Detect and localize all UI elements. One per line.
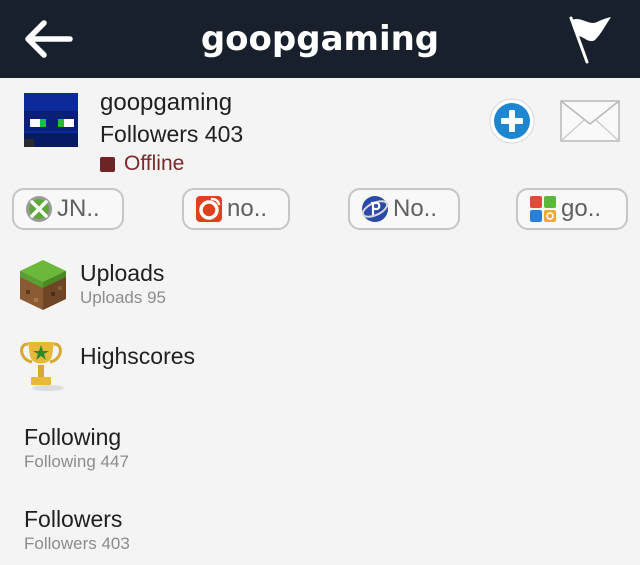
profile-header: goopgaming Followers 403 Offline: [0, 78, 640, 178]
account-label: no..: [227, 195, 268, 222]
account-xbox[interactable]: JN..: [12, 188, 124, 230]
profile-followers: Followers 403: [100, 121, 244, 147]
plus-circle-icon: [489, 98, 535, 144]
menu-item-following[interactable]: Following Following 447: [0, 412, 640, 488]
menu-item-highscores[interactable]: Highscores: [0, 330, 640, 406]
page-title: goopgaming: [200, 19, 440, 59]
minecraft-block-icon: [18, 258, 68, 312]
avatar-image: [24, 93, 78, 147]
menu-subtitle: Following 447: [24, 452, 129, 471]
menu-subtitle: Uploads 95: [80, 288, 167, 307]
menu-title: Highscores: [80, 343, 196, 369]
menu-item-followers[interactable]: Followers Followers 403: [0, 494, 640, 565]
envelope-icon: [560, 100, 620, 142]
menu-subtitle: Followers 403: [24, 534, 130, 553]
menu-title: Followers: [24, 506, 123, 532]
playstation-network-icon: [361, 195, 389, 223]
account-playstation[interactable]: No..: [348, 188, 460, 230]
xbox-icon: [25, 195, 53, 223]
follow-add-button[interactable]: [488, 97, 536, 145]
status-label: Offline: [124, 152, 185, 175]
account-game-center[interactable]: go..: [516, 188, 628, 230]
online-status: Offline: [100, 152, 184, 176]
origin-icon: [195, 195, 223, 223]
menu-title: Following: [24, 424, 122, 450]
back-button[interactable]: [18, 14, 78, 64]
account-label: go..: [561, 195, 602, 222]
message-button[interactable]: [560, 100, 620, 142]
status-indicator-icon: [100, 156, 115, 172]
flag-icon: [569, 16, 611, 64]
report-flag-button[interactable]: [560, 10, 620, 70]
back-arrow-icon: [25, 20, 73, 58]
trophy-icon: [18, 338, 68, 392]
avatar[interactable]: [24, 93, 78, 147]
account-label: JN..: [57, 195, 100, 222]
game-center-icon: [529, 195, 557, 223]
menu-title: Uploads: [80, 260, 165, 286]
account-label: No..: [393, 195, 438, 222]
menu-item-uploads[interactable]: Uploads Uploads 95: [0, 248, 640, 324]
profile-name: goopgaming: [100, 89, 233, 116]
top-bar: goopgaming: [0, 0, 640, 78]
account-origin[interactable]: no..: [182, 188, 290, 230]
